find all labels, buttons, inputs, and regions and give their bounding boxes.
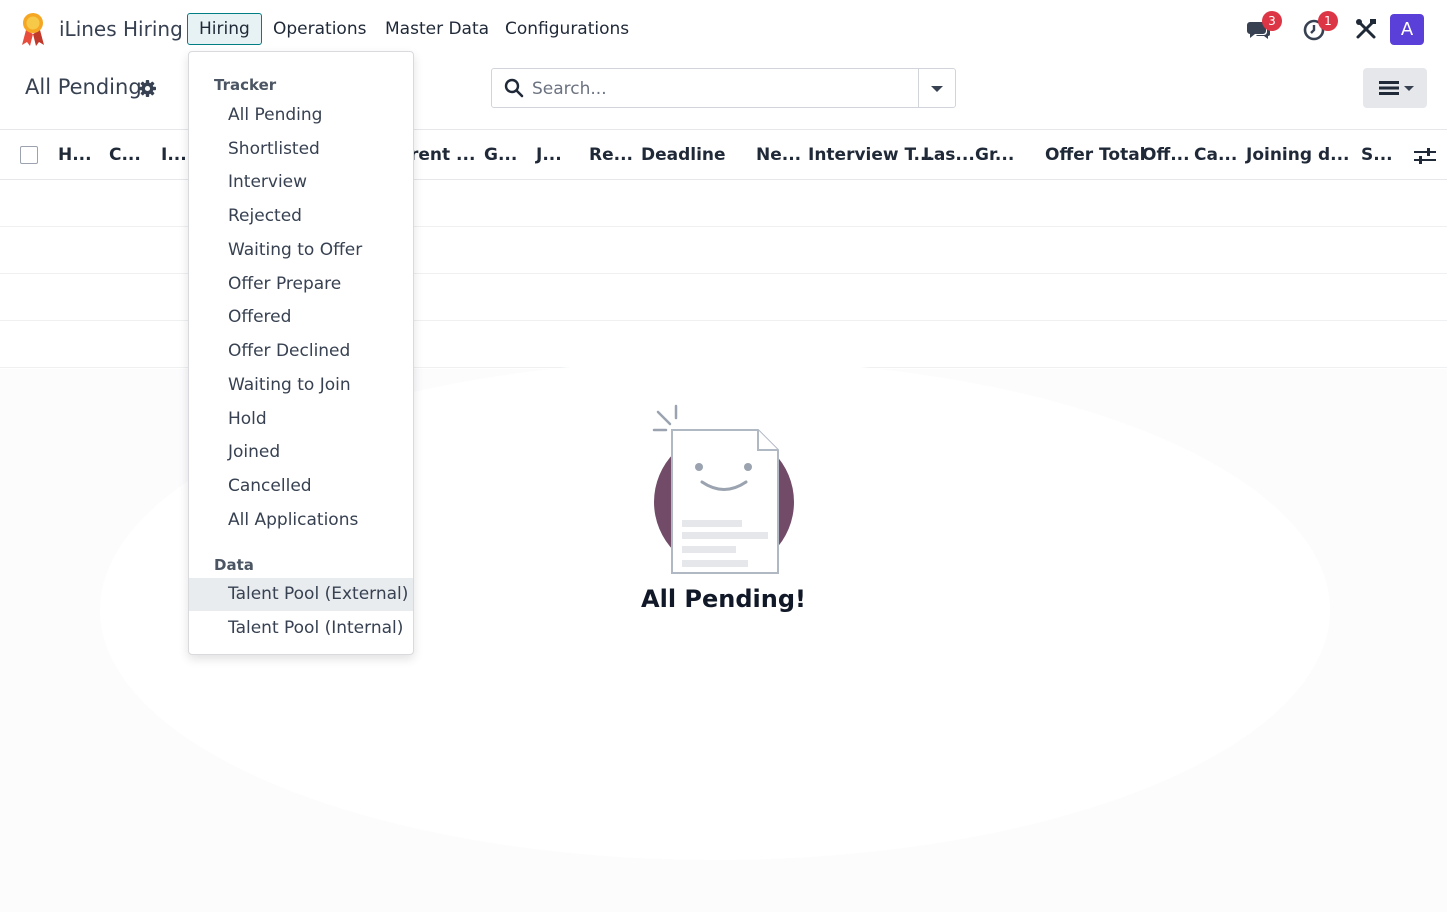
activities-badge: 1 — [1318, 11, 1338, 31]
gear-icon[interactable] — [139, 80, 156, 97]
dropdown-item-all-applications[interactable]: All Applications — [189, 504, 413, 537]
column-header[interactable]: Interview T... — [808, 145, 933, 165]
column-header[interactable]: Deadline — [641, 145, 726, 165]
menu-configurations[interactable]: Configurations — [493, 13, 641, 45]
dropdown-item-talent-pool-external[interactable]: Talent Pool (External) — [189, 578, 413, 611]
column-header[interactable]: C... — [109, 145, 141, 165]
dropdown-item-interview[interactable]: Interview — [189, 166, 413, 199]
column-header[interactable]: Las... — [923, 145, 975, 165]
dropdown-item-talent-pool-internal[interactable]: Talent Pool (Internal) — [189, 612, 413, 645]
dropdown-item-joined[interactable]: Joined — [189, 436, 413, 469]
ribbon-logo-icon[interactable] — [20, 12, 46, 46]
app-brand[interactable]: iLines Hiring — [59, 17, 183, 41]
column-header[interactable]: Offer Total — [1045, 145, 1146, 165]
caret-down-icon — [1404, 86, 1414, 91]
dropdown-section-data: Data — [214, 556, 254, 574]
column-header[interactable]: Re... — [589, 145, 633, 165]
hiring-dropdown-menu: Tracker All Pending Shortlisted Intervie… — [188, 51, 414, 655]
dropdown-item-cancelled[interactable]: Cancelled — [189, 470, 413, 503]
search-icon — [504, 78, 524, 98]
column-header[interactable]: S... — [1361, 145, 1393, 165]
column-header[interactable]: Ca... — [1194, 145, 1237, 165]
caret-down-icon — [931, 86, 943, 92]
view-switcher-button[interactable] — [1363, 68, 1427, 108]
activities-button[interactable]: 1 — [1302, 11, 1338, 42]
messages-button[interactable]: 3 — [1246, 11, 1282, 42]
column-header[interactable]: H... — [58, 145, 92, 165]
dropdown-item-waiting-to-offer[interactable]: Waiting to Offer — [189, 234, 413, 267]
dropdown-item-all-pending[interactable]: All Pending — [189, 99, 413, 132]
search-options-toggle[interactable] — [918, 69, 955, 107]
column-header[interactable]: Gr... — [975, 145, 1014, 165]
dropdown-section-tracker: Tracker — [214, 76, 277, 94]
menu-operations[interactable]: Operations — [261, 13, 378, 45]
dropdown-item-rejected[interactable]: Rejected — [189, 200, 413, 233]
optional-columns-icon[interactable] — [1414, 146, 1436, 166]
select-all-checkbox[interactable] — [20, 146, 38, 164]
dropdown-item-offer-declined[interactable]: Offer Declined — [189, 335, 413, 368]
page-title: All Pending — [25, 75, 142, 99]
dropdown-item-waiting-to-join[interactable]: Waiting to Join — [189, 369, 413, 402]
column-header[interactable]: rent ... — [410, 145, 475, 165]
column-header[interactable]: G... — [484, 145, 517, 165]
user-avatar[interactable]: A — [1390, 14, 1424, 45]
search-input[interactable] — [532, 77, 902, 101]
dropdown-item-hold[interactable]: Hold — [189, 403, 413, 436]
smiling-document-icon — [652, 404, 794, 574]
column-header[interactable]: I... — [161, 145, 187, 165]
tools-icon[interactable] — [1355, 18, 1377, 40]
column-header[interactable]: J... — [536, 145, 562, 165]
dropdown-item-shortlisted[interactable]: Shortlisted — [189, 133, 413, 166]
column-header[interactable]: Joining d... — [1246, 145, 1350, 165]
list-view-icon — [1379, 81, 1399, 95]
dropdown-item-offer-prepare[interactable]: Offer Prepare — [189, 268, 413, 301]
menu-master-data[interactable]: Master Data — [373, 13, 501, 45]
dropdown-item-offered[interactable]: Offered — [189, 301, 413, 334]
menu-hiring[interactable]: Hiring — [187, 13, 262, 45]
column-header[interactable]: Off... — [1142, 145, 1190, 165]
messages-badge: 3 — [1262, 11, 1282, 31]
search-bar — [491, 68, 956, 108]
column-header[interactable]: Ne... — [756, 145, 801, 165]
